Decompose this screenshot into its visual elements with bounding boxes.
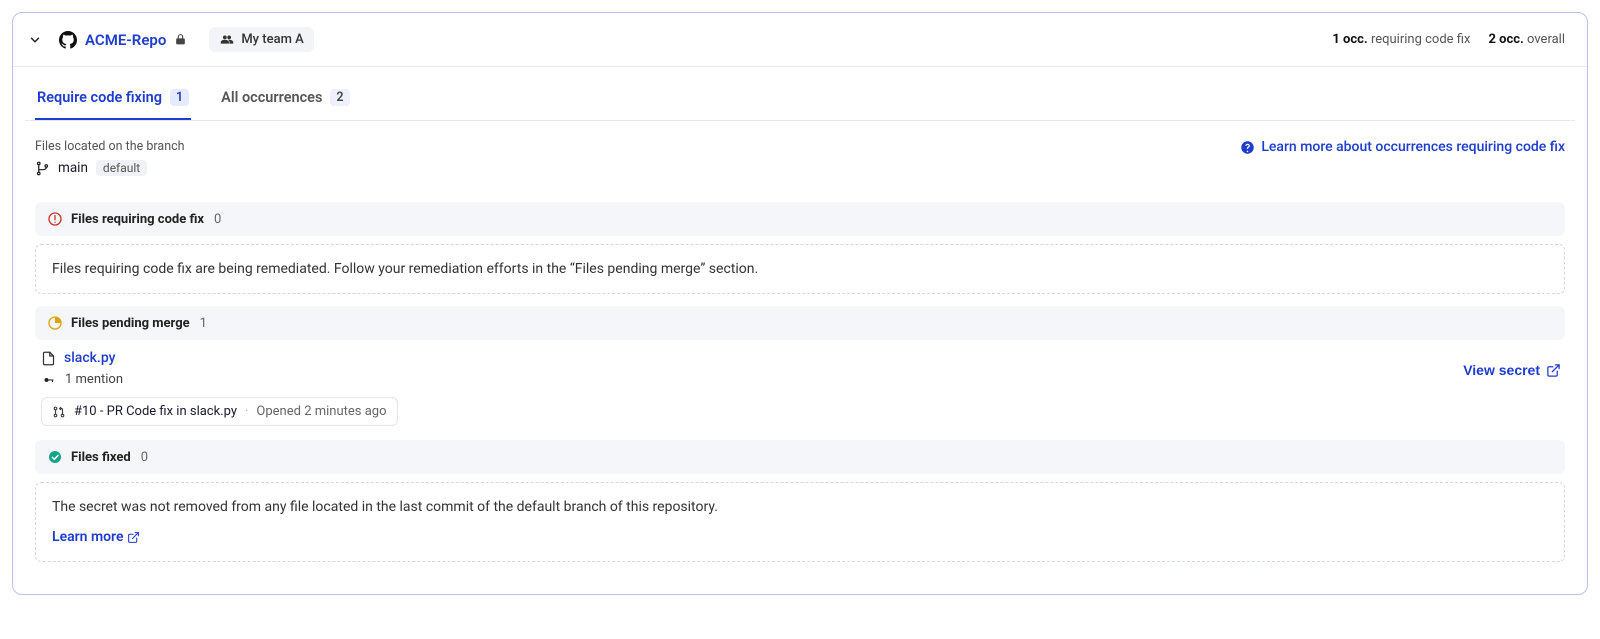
default-branch-tag: default bbox=[96, 160, 147, 176]
mention-row: 1 mention bbox=[41, 372, 398, 387]
note-text: Files requiring code fix are being remed… bbox=[52, 261, 758, 277]
external-link-icon bbox=[1546, 363, 1561, 378]
file-entry: slack.py 1 mention #10 - PR Code fix in … bbox=[35, 340, 1565, 432]
check-circle-icon bbox=[47, 449, 63, 465]
tab-badge: 2 bbox=[330, 89, 349, 106]
learn-more-link[interactable]: Learn more bbox=[52, 529, 140, 545]
repo-name: ACME-Repo bbox=[85, 31, 166, 49]
github-icon bbox=[59, 31, 77, 49]
section-count: 1 bbox=[200, 316, 207, 331]
files-requiring-fix-note: Files requiring code fix are being remed… bbox=[35, 244, 1565, 294]
occ-overall-count: 2 occ. bbox=[1488, 32, 1523, 47]
repo-secret-panel: ACME-Repo My team A 1 occ. requiring cod… bbox=[12, 12, 1588, 595]
section-files-requiring-fix: Files requiring code fix 0 bbox=[35, 202, 1565, 236]
separator-dot: · bbox=[245, 404, 248, 419]
clock-icon bbox=[47, 315, 63, 331]
occ-fix-label: requiring code fix bbox=[1371, 32, 1471, 47]
help-circle-icon bbox=[1240, 140, 1255, 155]
section-title: Files requiring code fix bbox=[71, 212, 204, 227]
section-title: Files fixed bbox=[71, 450, 131, 465]
mention-count: 1 mention bbox=[65, 372, 123, 387]
pull-request-icon bbox=[52, 405, 66, 419]
view-secret-label: View secret bbox=[1463, 362, 1540, 378]
tab-badge: 1 bbox=[170, 89, 189, 106]
section-count: 0 bbox=[214, 212, 221, 227]
learn-more-occurrences-label: Learn more about occurrences requiring c… bbox=[1261, 139, 1565, 155]
external-link-icon bbox=[127, 531, 140, 544]
section-files-pending-merge: Files pending merge 1 bbox=[35, 306, 1565, 340]
lock-icon bbox=[174, 33, 187, 46]
team-label: My team A bbox=[241, 32, 303, 47]
note-text: The secret was not removed from any file… bbox=[52, 499, 1548, 515]
alert-circle-icon bbox=[47, 211, 63, 227]
view-secret-button[interactable]: View secret bbox=[1463, 350, 1561, 378]
occ-fix-count: 1 occ. bbox=[1332, 32, 1367, 47]
files-fixed-note: The secret was not removed from any file… bbox=[35, 482, 1565, 562]
repo-link[interactable]: ACME-Repo bbox=[59, 31, 187, 49]
branch-name: main bbox=[58, 160, 88, 176]
tab-label: All occurrences bbox=[221, 89, 322, 106]
occ-overall-label: overall bbox=[1527, 32, 1565, 47]
tab-all-occurrences[interactable]: All occurrences 2 bbox=[219, 89, 351, 120]
branch-block: Files located on the branch main default bbox=[35, 139, 185, 176]
branch-icon bbox=[35, 161, 50, 176]
team-chip[interactable]: My team A bbox=[209, 27, 313, 52]
collapse-toggle[interactable] bbox=[23, 28, 47, 52]
branch-caption: Files located on the branch bbox=[35, 139, 185, 154]
section-files-fixed: Files fixed 0 bbox=[35, 440, 1565, 474]
pr-label: #10 - PR Code fix in slack.py bbox=[74, 404, 237, 419]
section-title: Files pending merge bbox=[71, 316, 190, 331]
chevron-down-icon bbox=[28, 33, 42, 47]
tab-label: Require code fixing bbox=[37, 89, 162, 106]
occurrence-summary: 1 occ. requiring code fix 2 occ. overall bbox=[1332, 32, 1565, 47]
learn-more-occurrences-link[interactable]: Learn more about occurrences requiring c… bbox=[1240, 139, 1565, 155]
section-count: 0 bbox=[141, 450, 148, 465]
team-icon bbox=[219, 33, 235, 46]
pr-time: Opened 2 minutes ago bbox=[256, 404, 386, 419]
tab-require-code-fixing[interactable]: Require code fixing 1 bbox=[35, 89, 191, 120]
file-link[interactable]: slack.py bbox=[41, 350, 398, 366]
divider bbox=[13, 66, 1587, 67]
key-icon bbox=[41, 374, 57, 386]
learn-more-label: Learn more bbox=[52, 529, 123, 545]
file-icon bbox=[41, 351, 56, 366]
panel-header: ACME-Repo My team A 1 occ. requiring cod… bbox=[13, 13, 1587, 66]
tabs-bar: Require code fixing 1 All occurrences 2 bbox=[13, 89, 1587, 120]
pr-chip[interactable]: #10 - PR Code fix in slack.py · Opened 2… bbox=[41, 397, 398, 426]
file-name: slack.py bbox=[64, 350, 115, 366]
